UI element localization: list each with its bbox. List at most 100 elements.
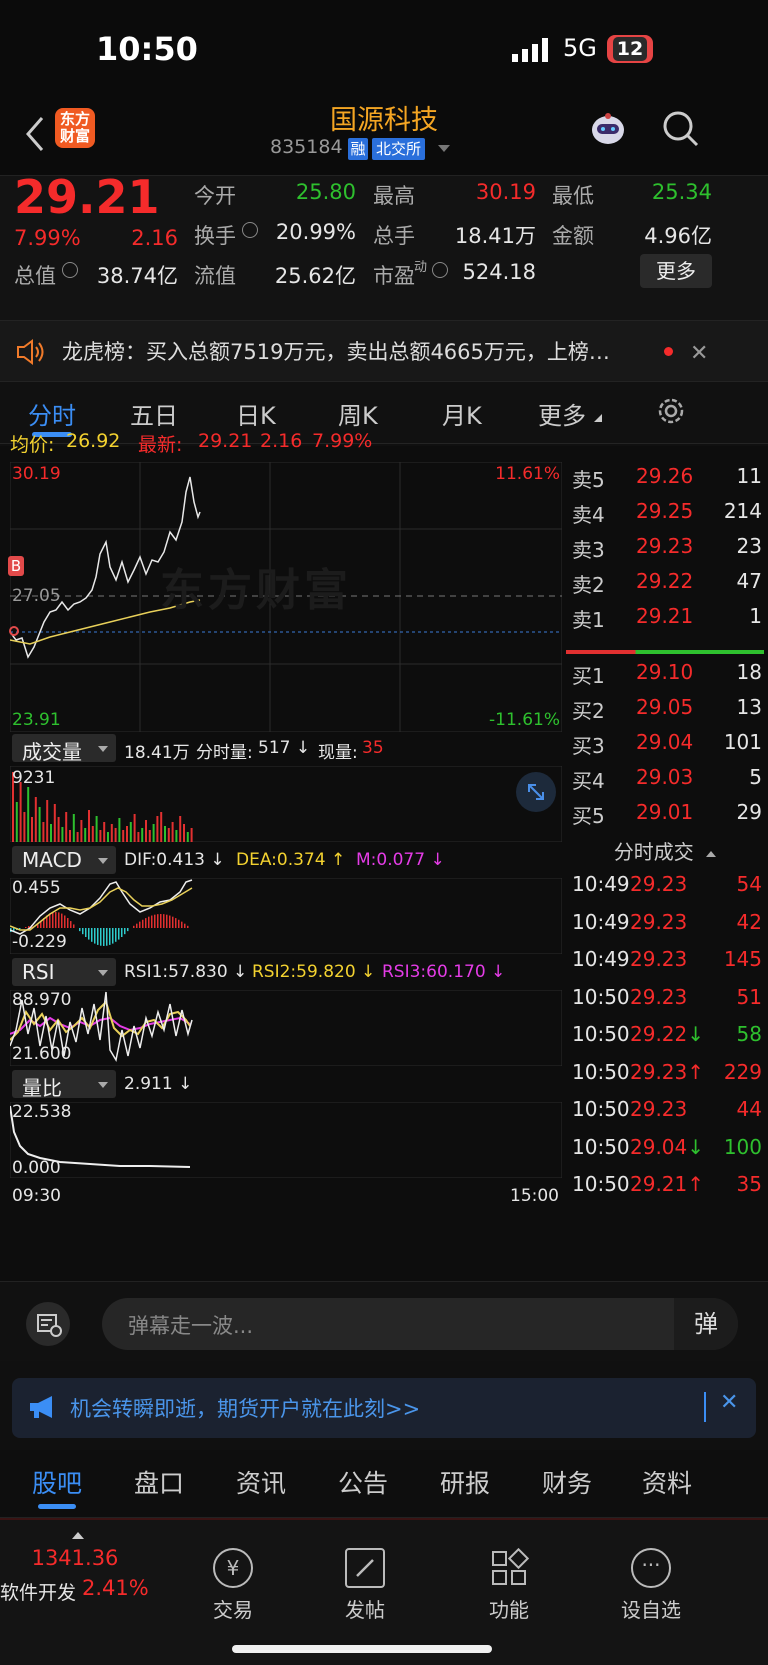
nav-functions[interactable]: 功能	[454, 1547, 564, 1623]
volume-ratio-value: 2.911 ↓	[124, 1074, 193, 1094]
home-indicator	[232, 1645, 492, 1653]
ask-price: 29.26	[636, 464, 694, 488]
turnover-label: 换手	[194, 224, 236, 248]
rsi-axis-min: 21.600	[12, 1044, 72, 1064]
bid-row[interactable]: 买5 29.01 29	[572, 800, 762, 837]
danmaku-settings-icon[interactable]	[26, 1302, 70, 1346]
dropdown-arrow-icon[interactable]	[438, 145, 450, 152]
rsi1-value: RSI1:57.830 ↓	[124, 962, 248, 982]
tab-announcements[interactable]: 公告	[338, 1464, 388, 1500]
volume-total: 18.41万	[124, 743, 190, 763]
ask-row[interactable]: 卖3 29.23 23	[572, 534, 762, 571]
bid-ask-ratio-bar	[566, 650, 764, 654]
tab-guba[interactable]: 股吧	[32, 1464, 82, 1500]
tab-five-day[interactable]: 五日	[130, 396, 178, 431]
ticks-title[interactable]: 分时成交	[566, 836, 764, 870]
mktcap-value: 38.74亿	[96, 264, 178, 288]
rsi-indicator-select[interactable]: RSI	[12, 958, 116, 986]
tick-price: 29.23↑	[630, 1059, 705, 1084]
ad-close-icon[interactable]: ✕	[720, 1390, 738, 1415]
bid-row[interactable]: 买3 29.04 101	[572, 730, 762, 767]
tab-finance[interactable]: 财务	[542, 1464, 592, 1500]
danmaku-placeholder: 弹幕走一波...	[128, 1314, 254, 1338]
tick-price: 29.23	[630, 984, 688, 1009]
volume-ratio-select[interactable]: 量比	[12, 1070, 116, 1100]
stock-name[interactable]: 国源科技	[0, 98, 768, 137]
last-price: 29.21	[14, 170, 160, 224]
sector-pct[interactable]: 2.41%	[82, 1576, 149, 1600]
tab-news[interactable]: 资讯	[236, 1464, 286, 1500]
avg-price-label: 均价:	[10, 434, 55, 456]
high-label: 最高	[373, 184, 415, 208]
ask-row[interactable]: 卖5 29.26 11	[572, 464, 762, 501]
bid-row[interactable]: 买1 29.10 18	[572, 660, 762, 697]
minute-volume-label: 分时量:	[196, 743, 253, 763]
tab-pankou[interactable]: 盘口	[134, 1464, 184, 1500]
ask-row[interactable]: 卖1 29.21 1	[572, 604, 762, 641]
open-label: 今开	[194, 184, 236, 208]
macd-bar	[106, 928, 108, 946]
tab-more[interactable]: 更多	[538, 396, 586, 431]
tick-time: 10:50	[572, 1134, 630, 1159]
volume-axis-max: 9231	[12, 768, 56, 788]
tick-price: 29.23	[630, 872, 688, 896]
bid-row[interactable]: 买2 29.05 13	[572, 695, 762, 732]
tick-volume: 35	[736, 1172, 762, 1196]
info-icon[interactable]	[242, 222, 258, 238]
more-button[interactable]: 更多	[640, 254, 712, 288]
volume-bar	[91, 826, 94, 842]
danmaku-input[interactable]: 弹幕走一波... 弹	[102, 1298, 738, 1350]
macd-bar	[70, 921, 72, 928]
nav-post[interactable]: 发帖	[310, 1548, 420, 1623]
ask-row[interactable]: 卖4 29.25 214	[572, 499, 762, 536]
ad-banner[interactable]: 机会转瞬即逝，期货开户就在此刻>> ✕	[12, 1378, 756, 1438]
buy-marker[interactable]: B	[8, 556, 24, 576]
volume-indicator-select[interactable]: 成交量	[12, 734, 116, 764]
latest-change: 2.16	[260, 430, 303, 452]
bid-price: 29.04	[636, 730, 694, 754]
expand-icon[interactable]	[516, 772, 556, 812]
volume-bar	[114, 828, 117, 842]
macd-indicator-select[interactable]: MACD	[12, 846, 116, 874]
volume-bar	[122, 830, 125, 842]
search-icon[interactable]	[660, 108, 700, 148]
expand-up-icon[interactable]	[72, 1532, 84, 1539]
volume-bar	[110, 824, 113, 842]
minute-volume-value: 517 ↓	[258, 738, 311, 758]
notice-bar[interactable]: 龙虎榜：买入总额7519万元，卖出总额4665万元，上榜… ✕	[0, 320, 768, 382]
stock-header: 东方 财富 国源科技 835184 融 北交所	[0, 100, 768, 176]
bottom-nav: 1341.36 软件开发 2.41% ¥ 交易 发帖 功能 ··· 设自选	[0, 1518, 768, 1665]
sector-index-value[interactable]: 1341.36	[0, 1546, 150, 1570]
nav-trade[interactable]: ¥ 交易	[178, 1548, 288, 1623]
bid-row[interactable]: 买4 29.03 5	[572, 765, 762, 802]
macd-bar	[109, 928, 111, 945]
volume-bar	[160, 812, 163, 842]
settings-icon[interactable]	[656, 396, 686, 426]
macd-bar	[64, 915, 66, 928]
macd-bar	[151, 915, 153, 928]
tab-intraday[interactable]: 分时	[28, 396, 76, 431]
info-icon[interactable]	[62, 262, 78, 278]
bid-volume: 13	[736, 695, 762, 719]
info-icon[interactable]	[432, 262, 448, 278]
volume-bar	[38, 807, 41, 842]
danmaku-send-button[interactable]: 弹	[674, 1298, 738, 1350]
tab-research[interactable]: 研报	[440, 1464, 490, 1500]
bid-price: 29.03	[636, 765, 694, 789]
robot-assistant-icon[interactable]	[588, 110, 628, 150]
volume-ratio-chart	[10, 1102, 562, 1178]
close-icon[interactable]: ✕	[690, 341, 708, 366]
nav-add-watchlist[interactable]: ··· 设自选	[596, 1548, 706, 1623]
tab-profile[interactable]: 资料	[642, 1464, 692, 1500]
status-time: 10:50	[96, 30, 198, 68]
tab-daily-k[interactable]: 日K	[236, 396, 276, 431]
speaker-icon	[16, 339, 46, 365]
volume-bar	[179, 816, 182, 842]
tab-weekly-k[interactable]: 周K	[338, 396, 378, 431]
volume-bar	[118, 818, 121, 842]
tab-monthly-k[interactable]: 月K	[442, 396, 482, 431]
macd-bar	[55, 912, 57, 928]
sector-name[interactable]: 软件开发	[0, 1578, 76, 1605]
volume-bar	[95, 816, 98, 842]
ask-row[interactable]: 卖2 29.22 47	[572, 569, 762, 606]
